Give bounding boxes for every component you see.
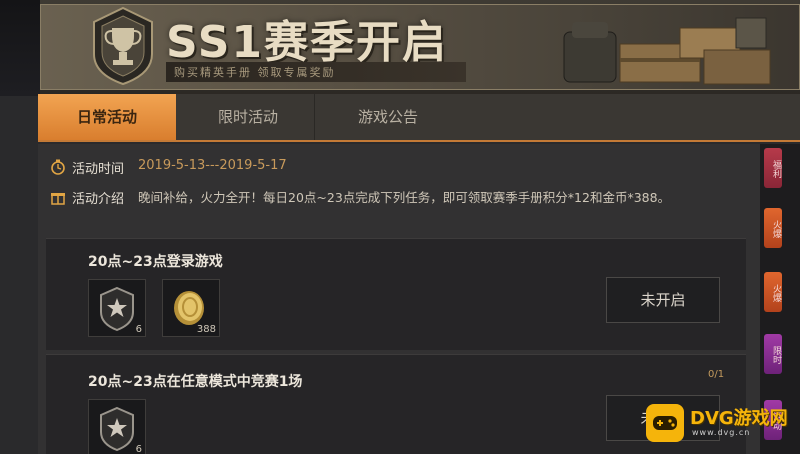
side-tab-item[interactable]: 限时 [764, 334, 782, 374]
task-progress: 0/1 [708, 369, 725, 380]
side-tab-item[interactable]: 福利 [764, 148, 782, 188]
task-card: 20点~23点登录游戏 6 388 未开启 [46, 238, 746, 350]
trophy-emblem-icon [93, 6, 153, 86]
task-status-button[interactable]: 未开启 [606, 277, 720, 323]
activity-time-value: 2019-5-13---2019-5-17 [138, 158, 287, 173]
supply-crates-image [563, 17, 771, 85]
activity-intro-row: 活动介绍 晚间补给，火力全开！每日20点~23点完成下列任务，即可领取赛季手册积… [50, 188, 738, 207]
tab-announcements[interactable]: 游戏公告 [328, 94, 448, 140]
site-watermark: DVG游戏网 www.dvg.cn [646, 402, 794, 446]
task-title: 20点~23点登录游戏 [88, 254, 223, 270]
season-subtitle: 购买精英手册 领取专属奖励 [166, 62, 466, 82]
activity-intro-label: 活动介绍 [72, 192, 125, 207]
reward-count: 6 [135, 444, 142, 454]
reward-count: 388 [196, 324, 216, 335]
task-card: 20点~23点在任意模式中竞赛1场 0/1 6 未开启 [46, 354, 746, 454]
reward-item[interactable]: 6 [88, 279, 146, 337]
reward-count: 6 [135, 324, 142, 335]
season-banner[interactable]: SS1赛季开启 购买精英手册 领取专属奖励 [0, 0, 800, 96]
clock-icon [51, 159, 65, 175]
tab-limited-activities[interactable]: 限时活动 [188, 94, 308, 140]
activity-intro-text: 晚间补给，火力全开！每日20点~23点完成下列任务，即可领取赛季手册积分*12和… [138, 190, 671, 205]
activity-time-label: 活动时间 [72, 162, 125, 177]
watermark-text: DVG游戏网 [690, 408, 788, 429]
tab-divider [314, 94, 315, 140]
side-tab-item[interactable]: 火爆 [764, 208, 782, 248]
reward-item[interactable]: 388 [162, 279, 220, 337]
gift-icon [51, 193, 65, 205]
reward-item[interactable]: 6 [88, 399, 146, 454]
activity-time-row: 活动时间 2019-5-13---2019-5-17 [50, 158, 287, 177]
task-title: 20点~23点在任意模式中竞赛1场 [88, 374, 303, 390]
banner-edge [0, 0, 40, 96]
side-tab-item[interactable]: 火爆 [764, 272, 782, 312]
watermark-url: www.dvg.cn [692, 428, 751, 437]
gamepad-logo-icon [646, 404, 684, 442]
tab-bar: 日常活动 限时活动 游戏公告 [38, 94, 800, 142]
tab-daily-activities[interactable]: 日常活动 [38, 94, 176, 140]
season-title: SS1赛季开启 [166, 17, 449, 68]
